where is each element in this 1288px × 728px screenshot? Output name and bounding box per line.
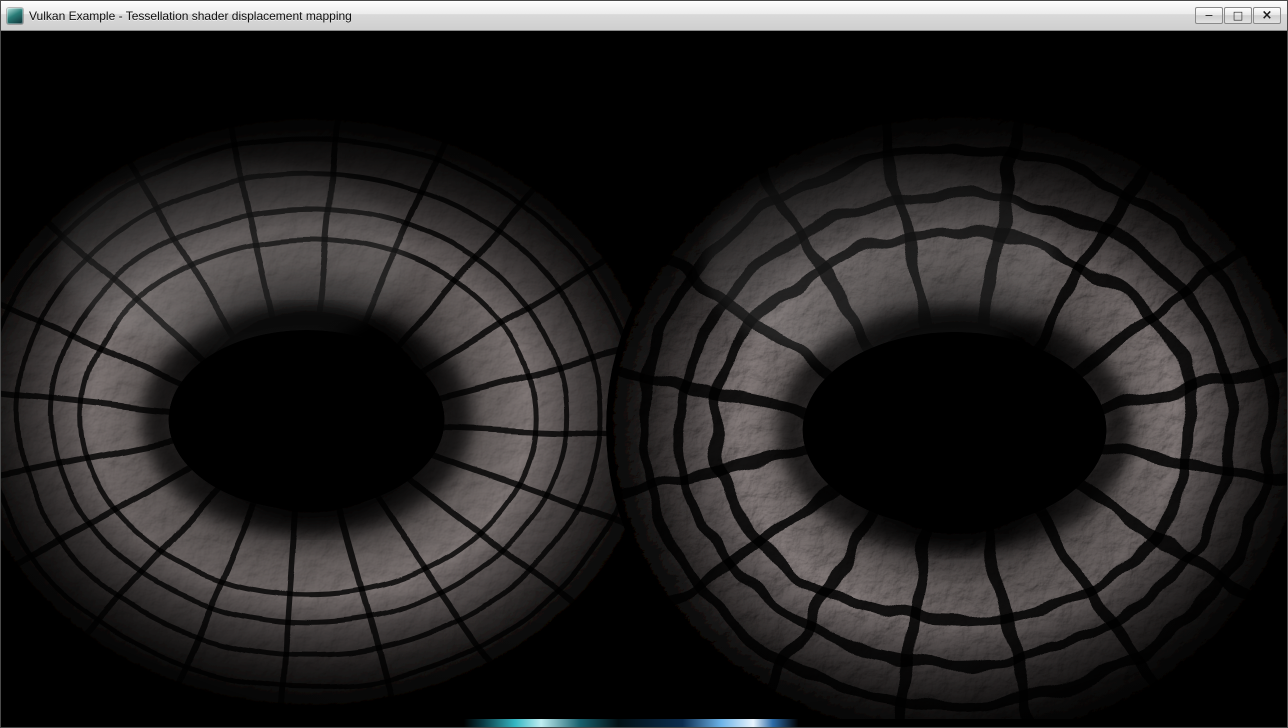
window-controls: − □ × [1195, 7, 1281, 24]
minimize-button[interactable]: − [1195, 7, 1223, 24]
close-button[interactable]: × [1253, 7, 1281, 24]
taskbar-sliver [1, 719, 1287, 727]
close-icon: × [1262, 9, 1273, 22]
titlebar[interactable]: Vulkan Example - Tessellation shader dis… [1, 1, 1287, 31]
maximize-button[interactable]: □ [1224, 7, 1252, 24]
vignette-overlay [1, 31, 1287, 719]
app-window: Vulkan Example - Tessellation shader dis… [0, 0, 1288, 728]
minimize-icon: − [1204, 10, 1213, 21]
scene-svg [1, 31, 1287, 719]
app-icon [7, 8, 23, 24]
maximize-icon: □ [1233, 10, 1243, 21]
render-viewport[interactable] [1, 31, 1287, 719]
window-title: Vulkan Example - Tessellation shader dis… [29, 9, 352, 23]
